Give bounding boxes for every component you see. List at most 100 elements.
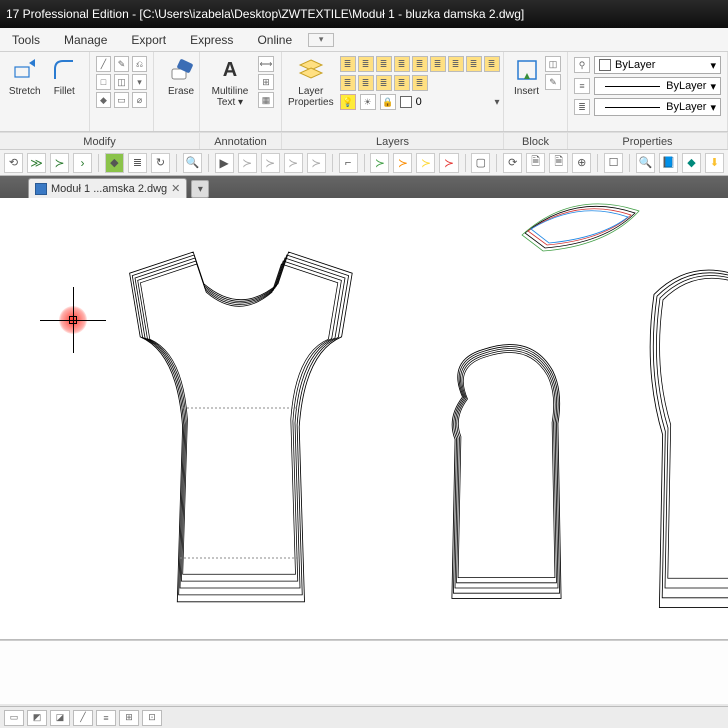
color-combo[interactable]: ByLayer ▾ bbox=[594, 56, 721, 74]
qbtn-cy1[interactable]: ≻ bbox=[416, 153, 435, 173]
block-tool-2[interactable]: ✎ bbox=[545, 74, 561, 90]
layer-tool-1[interactable]: ≣ bbox=[340, 56, 356, 72]
qbtn-co1[interactable]: ≻ bbox=[393, 153, 412, 173]
layer-tool-14[interactable]: ≣ bbox=[412, 75, 428, 91]
dim-icon-1[interactable]: ⟷ bbox=[258, 56, 274, 72]
layer-tool-2[interactable]: ≣ bbox=[358, 56, 374, 72]
layer-properties-button[interactable]: Layer Properties bbox=[288, 56, 334, 113]
sun-icon[interactable]: ☀ bbox=[360, 94, 376, 110]
qbtn-target[interactable]: ⊕ bbox=[572, 153, 591, 173]
menu-online[interactable]: Online bbox=[245, 33, 304, 47]
dim-icon-3[interactable]: ▦ bbox=[258, 92, 274, 108]
qbtn-1[interactable]: ⟲ bbox=[4, 153, 23, 173]
qbtn-axis[interactable]: ⌐ bbox=[339, 153, 358, 173]
group-label-annotation: Annotation bbox=[200, 133, 282, 149]
title-bar: 17 Professional Edition - [C:\Users\izab… bbox=[0, 0, 728, 28]
modify-icon-8[interactable]: ▭ bbox=[114, 92, 129, 108]
close-tab-icon[interactable]: ✕ bbox=[171, 182, 180, 195]
qbtn-yel[interactable]: ⬇ bbox=[705, 153, 724, 173]
stretch-button[interactable]: Stretch bbox=[6, 56, 44, 97]
menu-export[interactable]: Export bbox=[119, 33, 178, 47]
qbtn-zoom[interactable]: 🔍 bbox=[183, 153, 202, 173]
layer-tool-4[interactable]: ≣ bbox=[394, 56, 410, 72]
qbtn-box[interactable]: ▢ bbox=[471, 153, 490, 173]
fillet-button[interactable]: Fillet bbox=[46, 56, 84, 97]
layer-tool-6[interactable]: ≣ bbox=[430, 56, 446, 72]
layer-combo-value[interactable]: 0 bbox=[416, 96, 491, 108]
qbtn-cr1[interactable]: ≻ bbox=[439, 153, 458, 173]
status-btn-2[interactable]: ◩ bbox=[27, 710, 47, 726]
qbtn-refresh[interactable]: ↻ bbox=[151, 153, 170, 173]
modify-icon-9[interactable]: ⌀ bbox=[132, 92, 147, 108]
linetype-icon[interactable]: ≣ bbox=[574, 99, 590, 115]
linetype-combo[interactable]: ByLayer ▾ bbox=[594, 98, 721, 116]
mtext-button[interactable]: A Multiline Text ▾ bbox=[206, 56, 254, 108]
menu-manage[interactable]: Manage bbox=[52, 33, 119, 47]
layer-tool-13[interactable]: ≣ bbox=[394, 75, 410, 91]
qbtn-play[interactable]: ▶ bbox=[215, 153, 234, 173]
status-btn-6[interactable]: ⊞ bbox=[119, 710, 139, 726]
qbtn-arrow-g3[interactable]: › bbox=[73, 153, 92, 173]
menu-express[interactable]: Express bbox=[178, 33, 245, 47]
qbtn-teal[interactable]: ◆ bbox=[682, 153, 701, 173]
status-btn-7[interactable]: ⊡ bbox=[142, 710, 162, 726]
qbtn-arrow-a[interactable]: ≻ bbox=[238, 153, 257, 173]
qsep-1 bbox=[98, 154, 99, 172]
layer-tool-10[interactable]: ≣ bbox=[340, 75, 356, 91]
ribbon-group-block: Insert ◫ ✎ bbox=[504, 52, 568, 131]
qbtn-cg1[interactable]: ≻ bbox=[370, 153, 389, 173]
modify-icon-1[interactable]: ╱ bbox=[96, 56, 111, 72]
lw-sample bbox=[605, 86, 660, 87]
qbtn-arrow-g1[interactable]: ≫ bbox=[27, 153, 46, 173]
qbtn-rot[interactable]: ⟳ bbox=[503, 153, 522, 173]
drawing-canvas[interactable] bbox=[0, 198, 728, 640]
status-btn-1[interactable]: ▭ bbox=[4, 710, 24, 726]
layer-tool-8[interactable]: ≣ bbox=[466, 56, 482, 72]
qbtn-arrow-d[interactable]: ≻ bbox=[307, 153, 326, 173]
qbtn-arrow-g2[interactable]: ≻ bbox=[50, 153, 69, 173]
lineweight-icon[interactable]: ≡ bbox=[574, 78, 590, 94]
dim-icon-2[interactable]: ⊞ bbox=[258, 74, 274, 90]
status-btn-5[interactable]: ≡ bbox=[96, 710, 116, 726]
match-prop-icon[interactable]: ⚲ bbox=[574, 57, 590, 73]
modify-icon-5[interactable]: ◫ bbox=[114, 74, 129, 90]
layer-tool-5[interactable]: ≣ bbox=[412, 56, 428, 72]
lock-icon[interactable]: 🔒 bbox=[380, 94, 396, 110]
insert-icon bbox=[513, 56, 541, 84]
layer-tool-11[interactable]: ≣ bbox=[358, 75, 374, 91]
qbtn-arrow-c[interactable]: ≻ bbox=[284, 153, 303, 173]
layer-combo-caret[interactable]: ▾ bbox=[495, 97, 500, 108]
layers-icon bbox=[297, 56, 325, 84]
qbtn-win[interactable]: ☐ bbox=[604, 153, 623, 173]
command-line-panel[interactable] bbox=[0, 640, 728, 704]
menu-overflow-icon[interactable]: ▾ bbox=[308, 33, 334, 47]
layer-tool-12[interactable]: ≣ bbox=[376, 75, 392, 91]
qbtn-doc2[interactable]: 🗎 bbox=[549, 153, 568, 173]
qbtn-list[interactable]: ≣ bbox=[128, 153, 147, 173]
qbtn-doc1[interactable]: 🗎 bbox=[526, 153, 545, 173]
qbtn-blue2[interactable]: 📘 bbox=[659, 153, 678, 173]
erase-button[interactable]: Erase bbox=[160, 56, 202, 97]
layer-tool-7[interactable]: ≣ bbox=[448, 56, 464, 72]
layer-color-swatch[interactable] bbox=[400, 96, 412, 108]
modify-icon-2[interactable]: ✎ bbox=[114, 56, 129, 72]
block-tool-1[interactable]: ◫ bbox=[545, 56, 561, 72]
lineweight-combo[interactable]: ByLayer ▾ bbox=[594, 77, 721, 95]
qbtn-blue1[interactable]: 🔍 bbox=[636, 153, 655, 173]
qbtn-arrow-b[interactable]: ≻ bbox=[261, 153, 280, 173]
layer-tool-9[interactable]: ≣ bbox=[484, 56, 500, 72]
menu-tools[interactable]: Tools bbox=[0, 33, 52, 47]
status-btn-4[interactable]: ╱ bbox=[73, 710, 93, 726]
insert-button[interactable]: Insert bbox=[510, 56, 543, 97]
bulb-icon[interactable]: 💡 bbox=[340, 94, 356, 110]
modify-icon-7[interactable]: ◆ bbox=[96, 92, 111, 108]
status-btn-3[interactable]: ◪ bbox=[50, 710, 70, 726]
layer-tool-3[interactable]: ≣ bbox=[376, 56, 392, 72]
modify-icon-6[interactable]: ▾ bbox=[132, 74, 147, 90]
tab-overflow-icon[interactable]: ▾ bbox=[191, 180, 209, 198]
qbtn-green[interactable]: ◆ bbox=[105, 153, 124, 173]
document-tab[interactable]: Moduł 1 ...amska 2.dwg ✕ bbox=[28, 178, 187, 198]
qsep-6 bbox=[465, 154, 466, 172]
modify-icon-3[interactable]: ⎌ bbox=[132, 56, 147, 72]
modify-icon-4[interactable]: □ bbox=[96, 74, 111, 90]
